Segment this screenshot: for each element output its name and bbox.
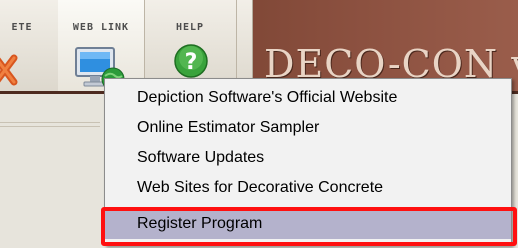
- menu-item-estimator-sampler[interactable]: Online Estimator Sampler: [105, 113, 511, 143]
- divider: [0, 126, 100, 127]
- delete-button[interactable]: ETE: [0, 0, 59, 94]
- web-link-dropdown-menu: Depiction Software's Official Website On…: [101, 78, 517, 246]
- menu-item-label: Web Sites for Decorative Concrete: [137, 179, 384, 196]
- menu-item-label: Software Updates: [137, 149, 265, 166]
- delete-label: ETE: [11, 22, 33, 33]
- menu-item-label: Register Program: [137, 215, 263, 232]
- menu-item-label: Online Estimator Sampler: [137, 119, 320, 136]
- web-link-label: WEB LINK: [72, 22, 130, 33]
- menu-item-label: Depiction Software's Official Website: [137, 89, 398, 106]
- menu-item-official-website[interactable]: Depiction Software's Official Website: [105, 83, 511, 113]
- help-question-icon: ?: [174, 44, 208, 78]
- delete-x-icon: [0, 54, 18, 86]
- help-label: HELP: [175, 22, 205, 33]
- svg-text:?: ?: [185, 50, 198, 75]
- divider: [0, 122, 100, 123]
- menu-item-decorative-concrete-sites[interactable]: Web Sites for Decorative Concrete: [105, 173, 511, 203]
- menu-item-software-updates[interactable]: Software Updates: [105, 143, 511, 173]
- menu-item-register-program[interactable]: Register Program: [101, 207, 517, 246]
